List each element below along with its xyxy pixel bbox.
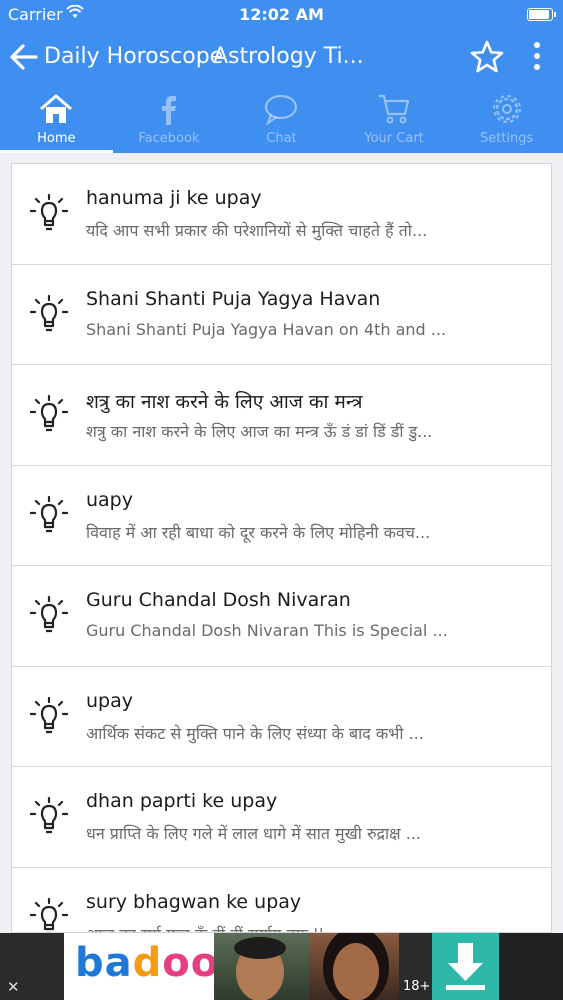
item-subtitle: विवाह में आ रही बाधा को दूर करने के लिए … xyxy=(86,522,431,542)
list-item[interactable]: uapy विवाह में आ रही बाधा को दूर करने के… xyxy=(12,466,551,566)
item-title: dhan paprti ke upay xyxy=(86,790,278,812)
favorite-star-icon[interactable] xyxy=(469,39,505,75)
item-title: upay xyxy=(86,689,133,712)
item-title: sury bhagwan ke upay xyxy=(86,890,302,913)
item-subtitle: आज का सूर्य मन्त्र ऊँ ह्रीं ह्रीं सूर्या… xyxy=(86,923,485,933)
item-subtitle: धन प्राप्ति के लिए गले में लाल धागे में … xyxy=(86,824,421,843)
back-arrow-icon[interactable] xyxy=(8,39,40,75)
ad-photo-man xyxy=(214,933,309,1000)
item-title: Guru Chandal Dosh Nivaran xyxy=(86,589,351,611)
list-item[interactable]: upay आर्थिक संकट से मुक्ति पाने के लिए स… xyxy=(12,667,551,767)
facebook-icon xyxy=(161,96,176,125)
ad-right-panel xyxy=(499,933,563,1000)
home-icon xyxy=(40,94,73,123)
item-subtitle: शत्रु का नाश करने के लिए आज का मन्त्र ऊँ… xyxy=(86,422,433,441)
lightbulb-icon xyxy=(30,696,68,733)
tab-settings[interactable]: Settings xyxy=(450,88,563,153)
active-tab-indicator xyxy=(0,150,113,153)
remedies-list: hanuma ji ke upay यदि आप सभी प्रकार की प… xyxy=(11,163,552,933)
battery-icon xyxy=(527,8,556,21)
tab-cart[interactable]: Your Cart xyxy=(338,88,451,153)
list-item[interactable]: dhan paprti ke upay धन प्राप्ति के लिए ग… xyxy=(12,767,551,868)
clock: 12:02 AM xyxy=(239,5,324,24)
item-subtitle: Shani Shanti Puja Yagya Havan on 4th and… xyxy=(86,319,447,339)
list-item[interactable]: Guru Chandal Dosh Nivaran Guru Chandal D… xyxy=(12,566,551,667)
item-subtitle: यदि आप सभी प्रकार की परेशानियों से मुक्त… xyxy=(86,221,428,240)
ad-photo-woman xyxy=(309,933,399,1000)
item-subtitle: Guru Chandal Dosh Nivaran This is Specia… xyxy=(86,621,448,640)
tab-home-label: Home xyxy=(37,131,76,146)
tab-facebook-label: Facebook xyxy=(138,131,200,146)
gear-icon xyxy=(492,95,521,123)
item-subtitle: आर्थिक संकट से मुक्ति पाने के लिए संध्या… xyxy=(86,723,424,743)
navigation-bar: Daily Horoscope Astrology Ti... xyxy=(0,30,563,88)
close-ad-icon[interactable]: ✕ xyxy=(7,978,20,996)
ad-banner[interactable]: ✕ badoo 18+ xyxy=(0,933,563,1000)
item-title: शत्रु का नाश करने के लिए आज का मन्त्र xyxy=(86,391,363,413)
more-options-icon[interactable] xyxy=(532,42,542,74)
lightbulb-icon xyxy=(30,495,68,532)
lightbulb-icon xyxy=(30,596,68,633)
list-item[interactable]: शत्रु का नाश करने के लिए आज का मन्त्र शत… xyxy=(12,365,551,466)
cart-icon xyxy=(379,94,410,124)
tab-chat-label: Chat xyxy=(266,131,297,146)
download-icon[interactable] xyxy=(432,933,499,1000)
list-item[interactable]: sury bhagwan ke upay आज का सूर्य मन्त्र … xyxy=(12,868,551,933)
tab-settings-label: Settings xyxy=(480,131,534,146)
page-title: Daily Horoscope Astrology Ti... xyxy=(44,44,444,76)
list-item[interactable]: Shani Shanti Puja Yagya Havan Shani Shan… xyxy=(12,265,551,365)
list-item[interactable]: hanuma ji ke upay यदि आप सभी प्रकार की प… xyxy=(12,164,551,265)
lightbulb-icon xyxy=(30,194,68,231)
tab-bar: Home Facebook Chat Your Cart Settings xyxy=(0,88,563,153)
tab-facebook[interactable]: Facebook xyxy=(113,88,226,153)
ad-brand-logo: badoo xyxy=(75,940,220,986)
lightbulb-icon xyxy=(30,395,68,432)
status-bar: Carrier 12:02 AM xyxy=(0,0,563,30)
tab-home[interactable]: Home xyxy=(0,88,113,153)
item-title: Shani Shanti Puja Yagya Havan xyxy=(86,287,381,310)
chat-icon xyxy=(265,94,298,126)
item-title: hanuma ji ke upay xyxy=(86,187,262,209)
page-title-secondary: Astrology Ti... xyxy=(213,44,364,69)
tab-cart-label: Your Cart xyxy=(364,131,424,146)
lightbulb-icon xyxy=(30,797,68,834)
lightbulb-icon xyxy=(30,294,68,331)
lightbulb-icon xyxy=(30,897,68,932)
age-rating-label: 18+ xyxy=(403,979,431,994)
tab-chat[interactable]: Chat xyxy=(225,88,338,153)
page-title-primary: Daily Horoscope xyxy=(44,44,224,69)
item-title: uapy xyxy=(86,488,133,511)
